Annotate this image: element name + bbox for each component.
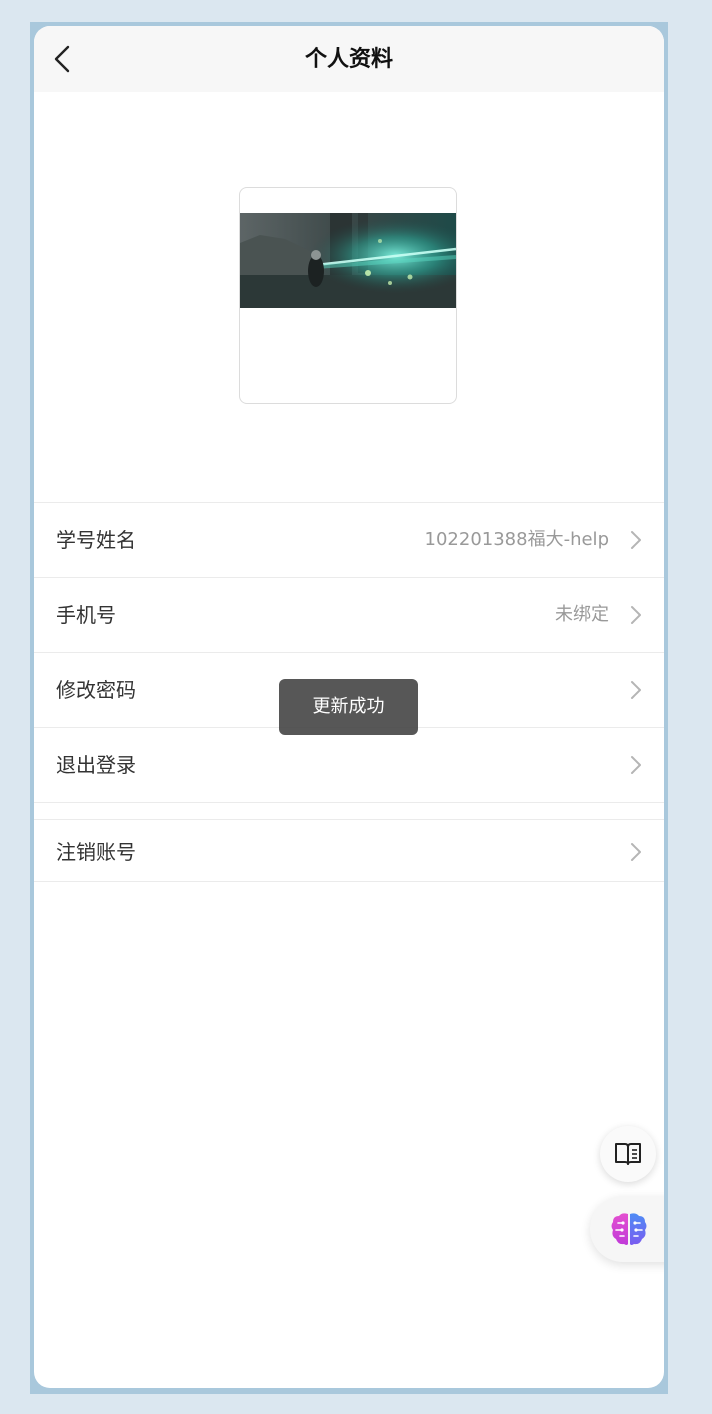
row-value: 未绑定 (555, 604, 609, 625)
ai-assistant-button[interactable] (590, 1196, 664, 1262)
row-value: 102201388福大-help (424, 529, 609, 550)
avatar-upload[interactable] (239, 187, 457, 404)
page-title: 个人资料 (304, 47, 393, 72)
row-label: 学号姓名 (56, 528, 136, 552)
row-phone[interactable]: 手机号 未绑定 (34, 577, 664, 652)
row-label: 退出登录 (56, 753, 136, 777)
profile-screen: 个人资料 学号姓名 102201388福大-help 手机号 未绑定 修改密码 … (34, 26, 664, 1388)
guide-button[interactable] (600, 1126, 656, 1182)
row-label: 注销账号 (56, 840, 136, 864)
row-logout[interactable]: 退出登录 (34, 727, 664, 802)
avatar-image (240, 213, 456, 308)
chevron-right-icon (631, 756, 641, 774)
row-label: 手机号 (56, 603, 116, 627)
chevron-right-icon (631, 843, 641, 861)
row-student-id-name[interactable]: 学号姓名 102201388福大-help (34, 502, 664, 577)
chevron-right-icon (631, 531, 641, 549)
top-nav-bar: 个人资料 (34, 26, 664, 92)
brain-icon (611, 1213, 647, 1245)
row-label: 修改密码 (56, 678, 136, 702)
row-cancel-account[interactable]: 注销账号 (34, 819, 664, 882)
toast-message: 更新成功 (279, 679, 418, 735)
chevron-right-icon (631, 681, 641, 699)
book-icon (615, 1143, 641, 1165)
chevron-right-icon (631, 606, 641, 624)
